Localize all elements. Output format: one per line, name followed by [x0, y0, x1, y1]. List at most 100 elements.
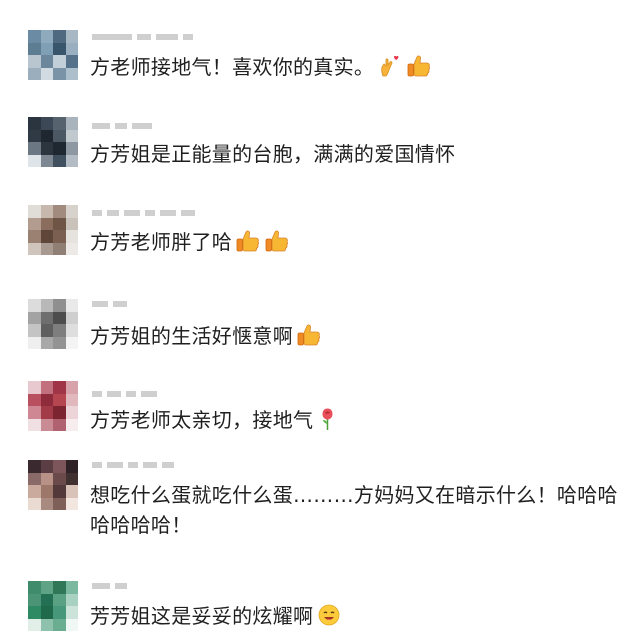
avatar-pixel — [65, 154, 78, 167]
avatar-pixel — [28, 618, 41, 631]
avatar-pixel — [65, 230, 78, 243]
avatar-pixel — [28, 606, 41, 619]
avatar-pixel — [53, 497, 66, 510]
avatar-pixel — [28, 117, 41, 130]
avatar-pixel — [28, 581, 41, 594]
avatar-pixel — [28, 311, 41, 324]
avatar-pixel — [65, 418, 78, 431]
comment-text: 方老师接地气！喜欢你的真实。 — [90, 52, 618, 82]
username-redacted[interactable] — [92, 299, 127, 309]
avatar-pixel — [65, 593, 78, 606]
username-redacted[interactable] — [92, 389, 157, 399]
avatar-pixel — [40, 117, 53, 130]
avatar-pixel — [65, 42, 78, 55]
avatar-pixel — [28, 460, 41, 473]
avatar-pixel — [28, 67, 41, 80]
avatar-pixel — [40, 299, 53, 312]
comment-text: 想吃什么蛋就吃什么蛋………方妈妈又在暗示什么！哈哈哈哈哈哈哈！ — [90, 480, 618, 540]
avatar-pixel — [53, 217, 66, 230]
avatar-pixel — [28, 154, 41, 167]
comment-text: 方芳姐是正能量的台胞，满满的爱国情怀 — [90, 139, 618, 169]
username-redacted[interactable] — [92, 460, 174, 470]
avatar-pixel — [53, 606, 66, 619]
avatar-pixel — [65, 217, 78, 230]
avatar-pixel — [53, 311, 66, 324]
avatar-pixel — [65, 472, 78, 485]
avatar-pixel — [40, 393, 53, 406]
avatar[interactable] — [28, 299, 78, 349]
avatar-pixel — [53, 129, 66, 142]
comment-list: 方老师接地气！喜欢你的真实。 方芳姐是正能量的台胞，满满的爱国情怀 方芳老师胖了… — [0, 0, 640, 640]
avatar-pixel — [28, 142, 41, 155]
avatar-pixel — [40, 618, 53, 631]
avatar-pixel — [53, 242, 66, 255]
avatar[interactable] — [28, 205, 78, 255]
avatar-pixel — [28, 336, 41, 349]
avatar-pixel — [65, 129, 78, 142]
avatar-pixel — [65, 67, 78, 80]
avatar-pixel — [40, 142, 53, 155]
avatar-pixel — [28, 593, 41, 606]
avatar-pixel — [65, 497, 78, 510]
avatar-pixel — [53, 381, 66, 394]
avatar-pixel — [65, 117, 78, 130]
avatar-pixel — [40, 311, 53, 324]
avatar[interactable] — [28, 460, 78, 510]
comment-text-content: 方芳老师胖了哈 — [90, 230, 233, 254]
avatar-pixel — [40, 67, 53, 80]
avatar[interactable] — [28, 30, 78, 80]
username-redacted[interactable] — [92, 581, 127, 591]
avatar-pixel — [40, 217, 53, 230]
avatar-pixel — [28, 42, 41, 55]
avatar[interactable] — [28, 381, 78, 431]
comment-text-content: 方老师接地气！喜欢你的真实。 — [90, 55, 375, 79]
hand-heart-emoji — [377, 54, 403, 78]
avatar-pixel — [40, 593, 53, 606]
avatar-pixel — [53, 117, 66, 130]
avatar-pixel — [53, 154, 66, 167]
username-redacted[interactable] — [92, 208, 195, 218]
avatar-pixel — [53, 418, 66, 431]
avatar-pixel — [28, 217, 41, 230]
avatar-pixel — [28, 497, 41, 510]
avatar-pixel — [65, 205, 78, 218]
avatar-pixel — [65, 393, 78, 406]
avatar-pixel — [28, 393, 41, 406]
avatar-pixel — [28, 381, 41, 394]
avatar-pixel — [28, 230, 41, 243]
username-redacted[interactable] — [92, 121, 152, 131]
comment-text: 芳芳姐这是妥妥的炫耀啊 — [90, 601, 618, 631]
avatar-pixel — [28, 485, 41, 498]
avatar-pixel — [65, 55, 78, 68]
avatar-pixel — [65, 299, 78, 312]
avatar-pixel — [40, 606, 53, 619]
avatar-pixel — [53, 205, 66, 218]
avatar-pixel — [40, 242, 53, 255]
avatar-pixel — [40, 230, 53, 243]
avatar-pixel — [40, 30, 53, 43]
avatar-pixel — [40, 581, 53, 594]
avatar-pixel — [28, 418, 41, 431]
avatar-pixel — [53, 324, 66, 337]
avatar-pixel — [28, 406, 41, 419]
username-redacted[interactable] — [92, 32, 193, 42]
avatar-pixel — [53, 460, 66, 473]
avatar-pixel — [40, 418, 53, 431]
avatar-pixel — [65, 142, 78, 155]
avatar-pixel — [28, 205, 41, 218]
emoji-group — [313, 408, 342, 432]
thumbs-up-emoji — [235, 229, 261, 253]
comment-text: 方芳老师太亲切，接地气 — [90, 405, 618, 435]
thumbs-up-emoji — [406, 54, 432, 78]
avatar-pixel — [65, 30, 78, 43]
avatar-pixel — [28, 324, 41, 337]
avatar-pixel — [53, 581, 66, 594]
avatar-pixel — [53, 299, 66, 312]
avatar[interactable] — [28, 581, 78, 631]
avatar-pixel — [40, 129, 53, 142]
avatar[interactable] — [28, 117, 78, 167]
avatar-pixel — [28, 299, 41, 312]
avatar-pixel — [40, 336, 53, 349]
avatar-pixel — [53, 593, 66, 606]
avatar-pixel — [28, 472, 41, 485]
